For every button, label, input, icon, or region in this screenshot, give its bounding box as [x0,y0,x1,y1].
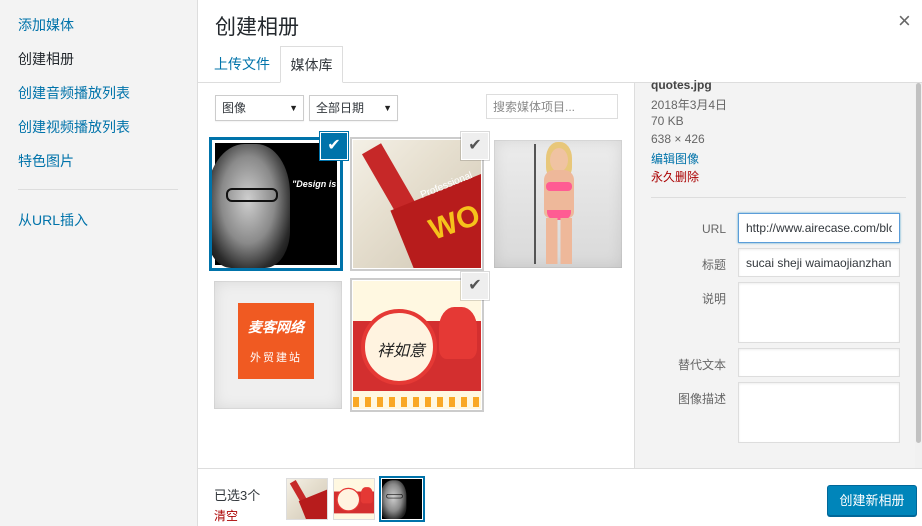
menu-item-insert-from-url[interactable]: 从URL插入 [18,210,88,230]
logo-square: 麦客网络 外贸建站 [238,303,314,379]
menu-item-create-video-playlist[interactable]: 创建视频播放列表 [18,117,130,137]
attachment-quote-image[interactable]: "Design is n just what it like and fe li… [212,140,340,268]
menu-divider [18,189,178,190]
menu-item-create-gallery[interactable]: 创建相册 [18,49,74,69]
festive-circle [336,487,361,512]
attachment-model-photo[interactable] [494,140,622,268]
url-label: URL [701,222,726,236]
description-label: 图像描述 [677,392,726,406]
attachment-festive-card[interactable]: 祥如意 [353,281,481,409]
checkmark-icon[interactable]: ✔ [462,133,488,159]
search-media-input[interactable] [486,94,618,119]
attachment-date: 2018年3月4日 [651,98,728,112]
alt-text-field[interactable] [738,348,900,377]
menu-item-create-audio-playlist[interactable]: 创建音频播放列表 [18,83,130,103]
chevron-down-icon: ▼ [383,103,392,113]
selection-count: 已选3个 [214,488,261,503]
portrait-face [212,144,290,268]
edit-image-link[interactable]: 编辑图像 [651,150,699,167]
attachment-dimensions: 638 × 426 [651,132,705,146]
attachment-book-cover[interactable]: Professional WO [353,140,481,268]
title-label: 标题 [701,258,726,272]
close-icon[interactable]: × [898,10,911,32]
menu-item-featured-image[interactable]: 特色图片 [18,151,74,171]
selection-thumb-festive[interactable] [334,479,374,519]
checkmark-icon[interactable]: ✔ [321,133,347,159]
alt-text-label: 替代文本 [677,358,726,372]
portrait-face [382,480,407,519]
tab-upload-files[interactable]: 上传文件 [214,46,270,83]
media-type-filter-value: 图像 [222,101,247,115]
checkmark-icon[interactable]: ✔ [462,273,488,299]
portrait-glasses [226,188,278,202]
selection-thumb-festive-art [334,479,374,519]
festive-goat [439,307,477,359]
title-field[interactable] [738,248,900,277]
logo-subtext: 外贸建站 [250,352,302,364]
menu-item-add-media[interactable]: 添加媒体 [18,15,74,35]
date-filter-value: 全部日期 [316,101,365,115]
date-filter[interactable]: 全部日期 ▼ [309,95,398,121]
details-scrollbar-thumb[interactable] [916,83,921,443]
festive-calligraphy: 祥如意 [376,341,425,360]
caption-field[interactable] [738,282,900,343]
selection-thumb-quote-art [382,479,422,519]
chevron-down-icon: ▼ [289,103,298,113]
media-menu: 添加媒体 创建相册 创建音频播放列表 创建视频播放列表 特色图片 从URL插入 [0,0,198,526]
delete-permanently-link[interactable]: 永久删除 [651,168,699,185]
photo-swimsuit-top [546,182,572,191]
selection-thumb-book-art [287,479,327,519]
clear-selection-link[interactable]: 清空 [214,507,238,524]
festive-border [353,397,481,407]
create-new-gallery-button[interactable]: 创建新相册 [827,485,917,516]
portrait-glasses [386,494,403,499]
attachment-filename: quotes.jpg [651,78,712,92]
photo-head [550,148,568,172]
url-field[interactable] [738,213,900,243]
attachment-filesize: 70 KB [651,114,684,128]
attachment-logo-tile[interactable]: 麦客网络 外贸建站 [214,281,342,409]
modal-title: 创建相册 [215,16,299,39]
tab-media-library[interactable]: 媒体库 [280,46,343,83]
quote-text: "Design is n just what it like and fe li… [292,179,340,189]
media-type-filter[interactable]: 图像 ▼ [215,95,304,121]
photo-legs [546,218,572,264]
selection-thumb-book[interactable] [287,479,327,519]
festive-goat [360,487,373,504]
caption-label: 说明 [701,292,726,306]
selection-thumb-quote[interactable] [382,479,422,519]
description-field[interactable] [738,382,900,443]
logo-text: 麦客网络 [248,319,304,335]
photo-prop [534,144,536,264]
details-divider [651,197,906,198]
